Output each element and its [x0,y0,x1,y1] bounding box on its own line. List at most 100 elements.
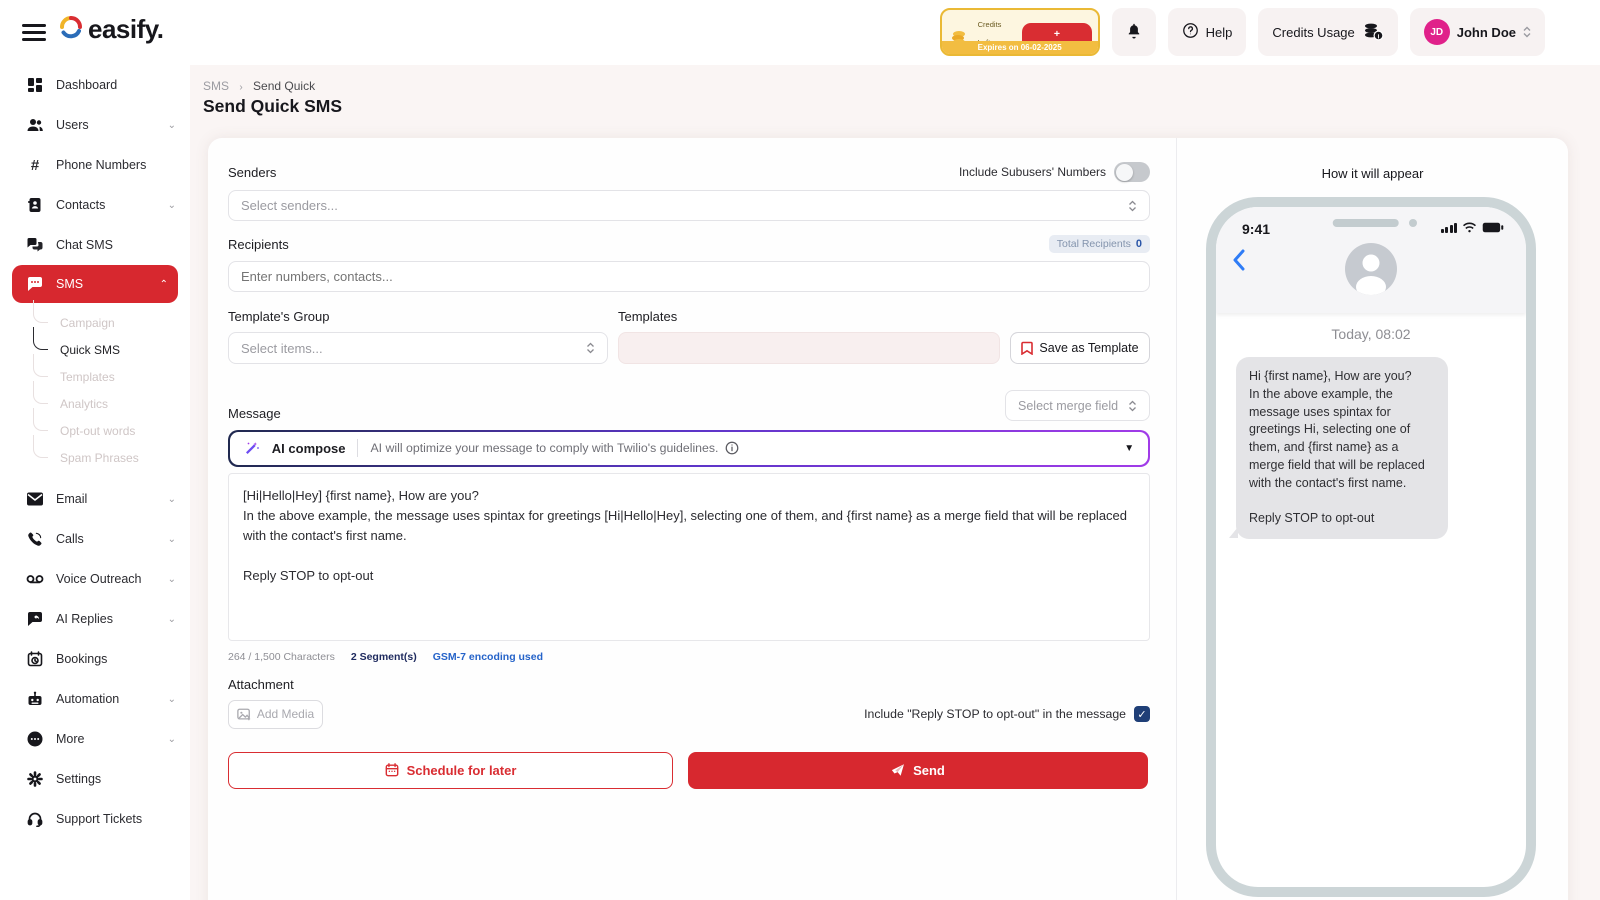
sidebar-item-users[interactable]: Users ⌄ [0,105,190,145]
senders-select[interactable]: Select senders... [228,190,1150,221]
save-as-template-button[interactable]: Save as Template [1010,332,1150,364]
preview-title: How it will appear [1177,166,1568,181]
phone-mockup: 9:41 Today, 08:02 Hi { [1206,197,1536,897]
chevron-down-icon: ⌄ [168,200,176,211]
sidebar-item-more[interactable]: More ⌄ [0,719,190,759]
credits-usage-button[interactable]: Credits Usage i [1258,8,1397,56]
dashboard-icon [26,77,44,93]
voicemail-icon [26,573,44,585]
users-icon [26,117,44,133]
contact-avatar [1345,243,1397,295]
sidebar-item-support-tickets[interactable]: Support Tickets [0,799,190,839]
credits-usage-label: Credits Usage [1272,25,1354,40]
chevron-down-icon: ⌄ [168,694,176,705]
sidebar-item-phone-numbers[interactable]: # Phone Numbers [0,145,190,185]
chevron-down-icon: ⌄ [168,120,176,131]
message-date: Today, 08:02 [1216,326,1526,342]
caret-down-icon[interactable]: ▼ [1124,443,1134,454]
brand-logo[interactable]: easify. [58,14,164,45]
sidebar-subitem-analytics[interactable]: Analytics [0,390,190,417]
sidebar-item-voice-outreach[interactable]: Voice Outreach ⌄ [0,559,190,599]
magic-wand-icon [244,440,260,456]
add-media-button[interactable]: Add Media [228,700,323,729]
back-chevron-icon[interactable] [1232,249,1245,276]
merge-field-select[interactable]: Select merge field [1005,390,1150,421]
recipients-input[interactable] [228,261,1150,292]
sidebar-subitem-spam-phrases[interactable]: Spam Phrases [0,444,190,471]
info-icon[interactable] [725,441,739,455]
message-meta: 264 / 1,500 Characters 2 Segment(s) GSM-… [228,651,1150,663]
credits-widget[interactable]: Credits Left 70,762 + Recharge Expires o… [940,8,1100,56]
sidebar-item-email[interactable]: Email ⌄ [0,479,190,519]
svg-text:i: i [1377,33,1379,40]
chevron-down-icon: ⌄ [168,494,176,505]
schedule-for-later-button[interactable]: Schedule for later [228,752,673,789]
chevron-down-icon: ⌄ [168,534,176,545]
hash-icon: # [26,157,44,174]
sidebar-item-settings[interactable]: Settings [0,759,190,799]
camera-icon [1409,219,1417,227]
notifications-button[interactable] [1112,8,1156,56]
robot-icon [26,691,44,707]
preview-panel: How it will appear 9:41 [1177,138,1568,900]
sidebar-item-calls[interactable]: Calls ⌄ [0,519,190,559]
breadcrumb-sms[interactable]: SMS [203,79,229,93]
breadcrumb-send-quick: Send Quick [253,79,315,93]
sidebar-item-contacts[interactable]: Contacts ⌄ [0,185,190,225]
include-subusers-label: Include Subusers' Numbers [959,165,1106,179]
speaker-icon [1333,219,1399,227]
send-plane-icon [891,763,905,777]
sidebar-subitem-quick-sms[interactable]: Quick SMS [0,336,190,363]
sms-bubble-icon [26,276,44,292]
bookmark-icon [1021,341,1033,355]
message-textarea[interactable]: [Hi|Hello|Hey] {first name}, How are you… [228,473,1150,641]
send-button[interactable]: Send [688,752,1148,789]
sidebar-item-chat-sms[interactable]: Chat SMS [0,225,190,265]
chevron-down-icon: ⌄ [168,614,176,625]
select-updown-icon [1128,400,1137,412]
select-updown-icon [586,342,595,354]
top-bar: easify. Credits Left 70,762 + Recharge E… [0,0,1600,65]
user-name: John Doe [1457,25,1516,40]
templates-input [618,332,1000,364]
status-icons [1441,222,1505,233]
user-menu-chevron-icon [1523,26,1531,38]
include-subusers-toggle[interactable] [1114,162,1150,182]
total-recipients-badge: Total Recipients0 [1049,235,1150,253]
sidebar-item-dashboard[interactable]: Dashboard [0,65,190,105]
calendar-clock-icon [26,651,44,667]
calendar-icon [385,763,399,777]
segment-count: 2 Segment(s) [351,651,417,663]
phone-icon [26,531,44,547]
include-stop-checkbox[interactable]: ✓ [1134,706,1150,722]
signal-icon [1441,223,1458,233]
preview-message-bubble: Hi {first name}, How are you? In the abo… [1236,357,1448,539]
sidebar-item-bookings[interactable]: Bookings [0,639,190,679]
sidebar-item-ai-replies[interactable]: AI Replies ⌄ [0,599,190,639]
ai-replies-icon [26,611,44,627]
sidebar-item-sms[interactable]: SMS ⌃ [12,265,178,303]
recipients-label: Recipients [228,237,289,252]
user-menu[interactable]: JD John Doe [1410,8,1545,56]
sidebar-subitem-opt-out-words[interactable]: Opt-out words [0,417,190,444]
ai-compose-bar[interactable]: AI compose AI will optimize your message… [228,430,1150,467]
help-button[interactable]: Help [1168,8,1247,56]
chevron-down-icon: ⌄ [168,574,176,585]
sidebar-subitem-campaign[interactable]: Campaign [0,309,190,336]
ai-compose-label: AI compose [272,441,346,456]
form-card: Senders Include Subusers' Numbers Select… [208,138,1568,900]
template-group-select[interactable]: Select items... [228,332,608,364]
status-time: 9:41 [1242,221,1270,237]
contacts-icon [26,197,44,213]
message-label: Message [228,406,281,421]
templates-label: Templates [618,309,1000,324]
hamburger-menu-icon[interactable] [22,24,46,41]
template-group-label: Template's Group [228,309,608,324]
sidebar-subitem-templates[interactable]: Templates [0,363,190,390]
email-icon [26,492,44,506]
encoding-info: GSM-7 encoding used [433,651,543,663]
credits-usage-icon: i [1362,21,1384,44]
logo-mark-icon [58,14,84,45]
sidebar-item-automation[interactable]: Automation ⌄ [0,679,190,719]
help-icon [1182,22,1199,42]
